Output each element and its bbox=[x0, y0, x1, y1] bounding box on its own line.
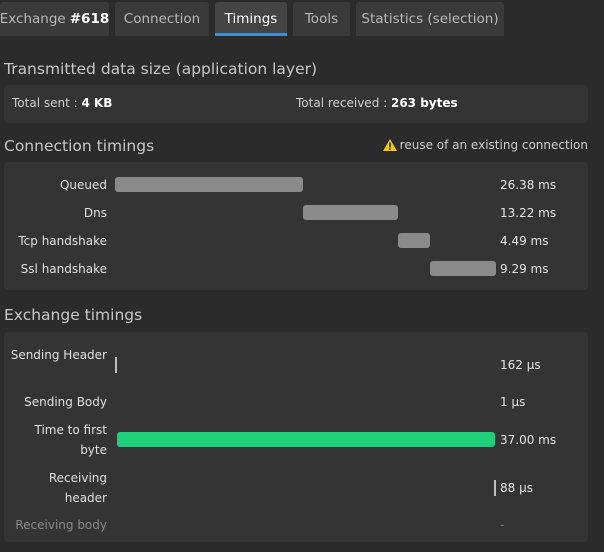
timing-value-dns: 13.22 ms bbox=[500, 206, 557, 220]
warning-text: reuse of an existing connection bbox=[399, 138, 588, 152]
transmitted-panel: Total sent : 4 KB Total received : 263 b… bbox=[4, 85, 588, 123]
exchange-id: #618 bbox=[69, 11, 110, 27]
tab-connection[interactable]: Connection bbox=[115, 2, 209, 36]
tab-statistics[interactable]: Statistics (selection) bbox=[356, 2, 504, 36]
timing-label-ttfb: Time to first byte bbox=[34, 423, 108, 457]
timing-bar-tcp bbox=[398, 233, 430, 248]
timing-value-receiving-body: - bbox=[500, 518, 505, 532]
timing-value-sending-body: 1 μs bbox=[500, 395, 526, 409]
total-sent-label: Total sent : bbox=[12, 96, 82, 110]
timing-bar-queued bbox=[115, 177, 303, 192]
exchange-timings-title: Exchange timings bbox=[4, 306, 143, 324]
timing-value-queued: 26.38 ms bbox=[500, 178, 557, 192]
tab-timings-label: Timings bbox=[224, 11, 278, 27]
tab-exchange[interactable]: Exchange #618 bbox=[0, 2, 109, 36]
timing-bar-sending-header bbox=[115, 357, 117, 373]
timing-label-dns: Dns bbox=[83, 206, 107, 220]
tab-tools[interactable]: Tools bbox=[293, 2, 350, 36]
timing-value-tcp: 4.49 ms bbox=[500, 234, 549, 248]
timing-value-receiving-header: 88 μs bbox=[500, 481, 533, 495]
tab-tools-label: Tools bbox=[304, 11, 339, 27]
total-received: Total received : 263 bytes bbox=[296, 96, 458, 110]
timing-label-tcp: Tcp handshake bbox=[18, 234, 107, 248]
total-sent: Total sent : 4 KB bbox=[12, 96, 112, 110]
timing-label-sending-header: Sending Header bbox=[10, 348, 107, 362]
tab-statistics-label: Statistics (selection) bbox=[361, 11, 499, 27]
total-received-value: 263 bytes bbox=[390, 96, 458, 110]
tab-timings[interactable]: Timings bbox=[215, 2, 287, 36]
warning-icon bbox=[382, 139, 397, 151]
timing-bar-dns bbox=[303, 205, 398, 220]
connection-reuse-warning: reuse of an existing connection bbox=[382, 138, 588, 152]
timing-label-ssl: Ssl handshake bbox=[20, 262, 107, 276]
timing-bar-receiving-header bbox=[494, 480, 496, 496]
timing-label-queued: Queued bbox=[59, 178, 107, 192]
timing-value-sending-header: 162 μs bbox=[500, 358, 541, 372]
total-received-label: Total received : bbox=[296, 96, 391, 110]
timing-label-sending-body: Sending Body bbox=[24, 395, 107, 409]
tab-bar: Exchange #618 Connection Timings Tools St… bbox=[0, 0, 604, 38]
timing-bar-ssl bbox=[430, 261, 496, 276]
tab-connection-label: Connection bbox=[123, 11, 201, 27]
timing-value-ttfb: 37.00 ms bbox=[500, 433, 557, 447]
tab-exchange-label: Exchange bbox=[0, 11, 66, 27]
timing-value-ssl: 9.29 ms bbox=[500, 262, 549, 276]
timing-label-receiving-header: Receiving header bbox=[48, 471, 107, 505]
connection-timings-title: Connection timings bbox=[4, 137, 155, 155]
transmitted-title: Transmitted data size (application layer… bbox=[4, 60, 318, 78]
total-sent-value: 4 KB bbox=[81, 96, 113, 110]
timing-label-receiving-body: Receiving body bbox=[15, 518, 107, 532]
timing-bar-ttfb bbox=[117, 432, 495, 447]
